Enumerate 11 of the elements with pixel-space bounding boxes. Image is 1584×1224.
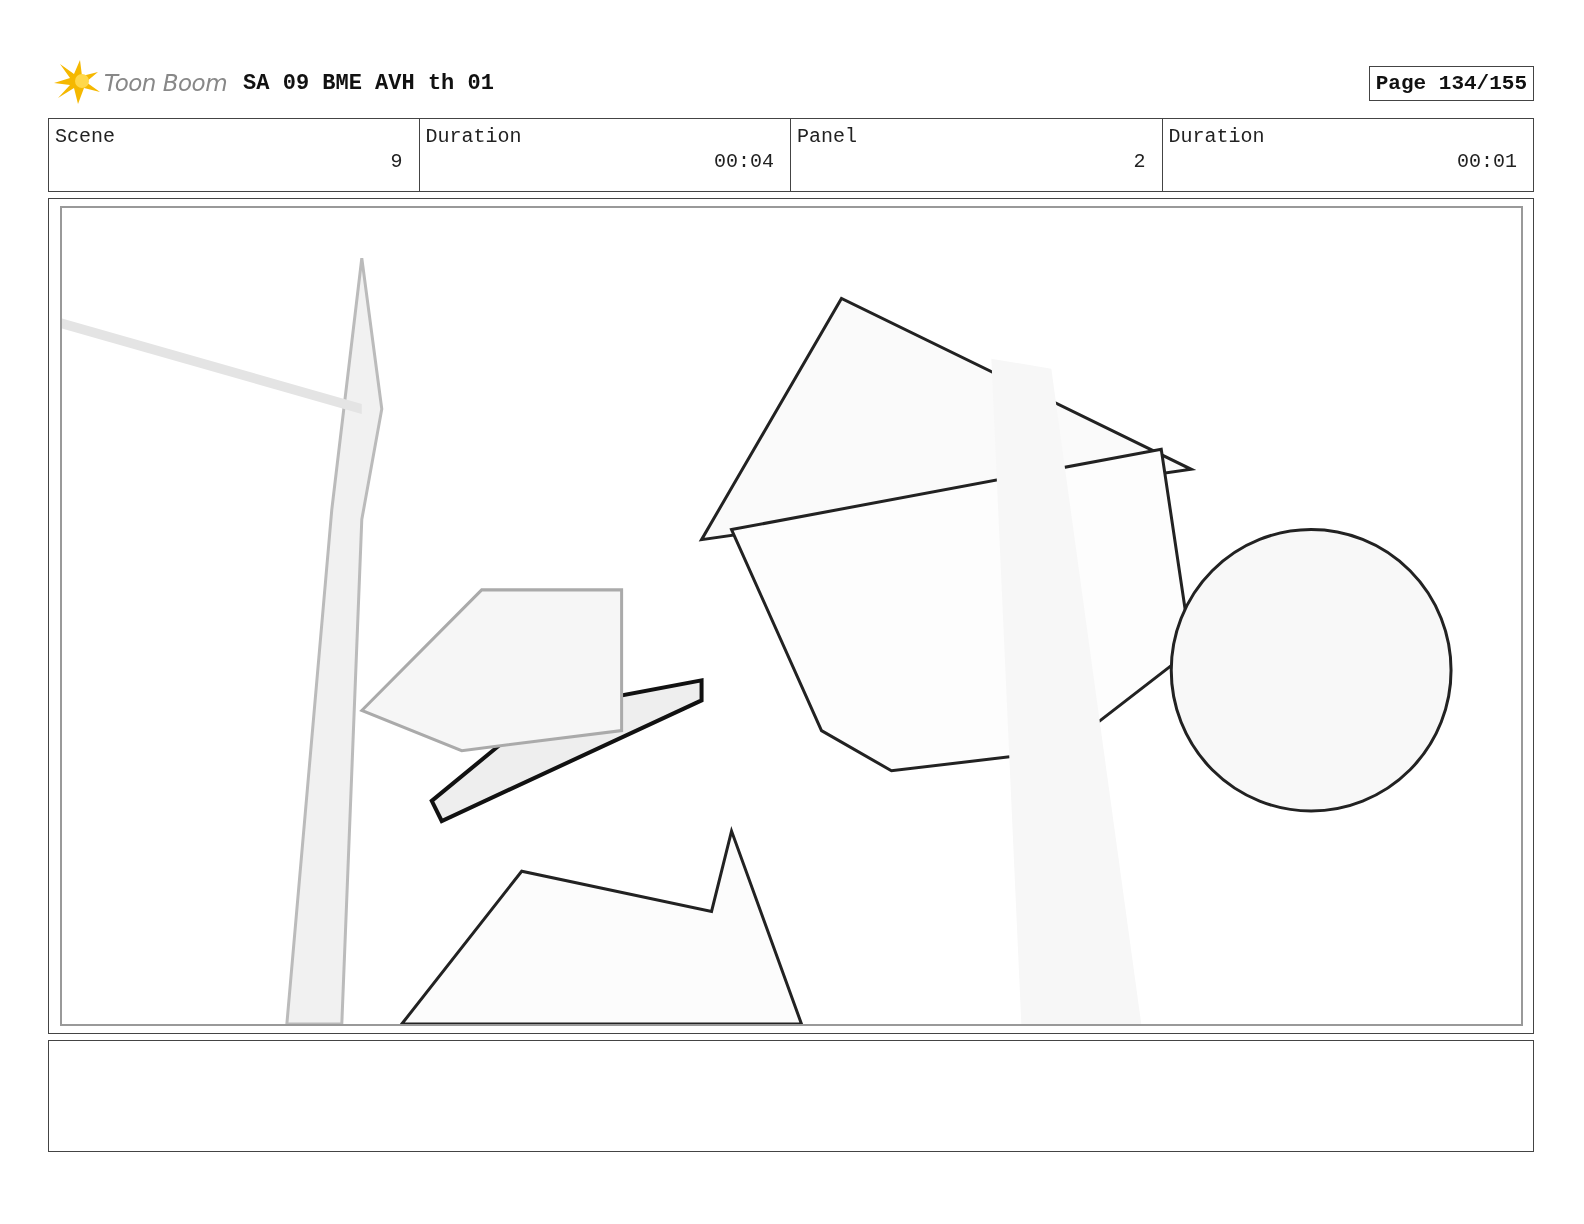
info-label: Duration [1168, 125, 1265, 148]
storyboard-title: SA 09 BME AVH th 01 [243, 70, 494, 96]
info-label: Scene [55, 125, 115, 148]
info-value: 00:01 [1457, 150, 1517, 173]
info-value: 9 [390, 150, 403, 173]
info-value: 2 [1133, 150, 1146, 173]
logo-text: Toon Boom [104, 70, 228, 96]
info-value: 00:04 [714, 150, 774, 173]
info-label: Panel [797, 125, 857, 148]
page-number: Page 134/155 [1368, 65, 1534, 101]
info-label: Duration [425, 125, 522, 148]
